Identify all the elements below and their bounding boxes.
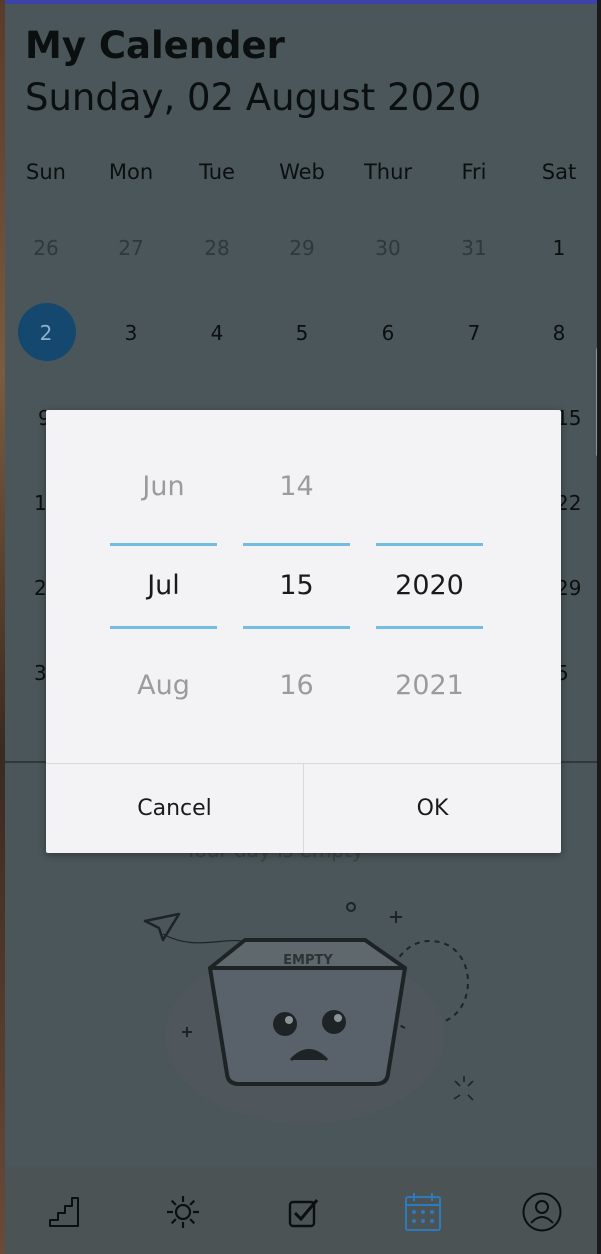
calendar-day[interactable]: 27 bbox=[101, 236, 161, 260]
day-picker-top-line bbox=[243, 543, 350, 546]
calendar-day[interactable]: 30 bbox=[358, 236, 418, 260]
month-picker-current[interactable]: Jul bbox=[110, 570, 217, 601]
status-bar-strip bbox=[5, 0, 597, 4]
empty-box-illustration: EMPTY bbox=[143, 902, 474, 1124]
device-edge-right bbox=[597, 0, 601, 1254]
calendar-day[interactable]: 26 bbox=[16, 236, 76, 260]
weekday-mon: Mon bbox=[108, 160, 154, 184]
calendar-day[interactable]: 28 bbox=[187, 236, 247, 260]
calendar-day[interactable]: 8 bbox=[529, 321, 589, 345]
calendar-day[interactable]: 29 bbox=[272, 236, 332, 260]
month-picker-bottom-line bbox=[110, 626, 217, 629]
calendar-day[interactable]: 1 bbox=[529, 236, 589, 260]
weekday-wed: Web bbox=[279, 160, 325, 184]
weekday-sat: Sat bbox=[541, 160, 577, 184]
year-picker-next[interactable]: 2021 bbox=[376, 670, 483, 701]
checkbox-icon[interactable] bbox=[283, 1192, 323, 1232]
day-picker-prev[interactable]: 14 bbox=[243, 471, 350, 502]
weekday-thu: Thur bbox=[363, 160, 413, 184]
ok-button[interactable]: OK bbox=[304, 764, 561, 853]
profile-icon[interactable] bbox=[522, 1192, 562, 1232]
year-picker-top-line bbox=[376, 543, 483, 546]
year-picker-bottom-line bbox=[376, 626, 483, 629]
month-picker-top-line bbox=[110, 543, 217, 546]
weekday-sun: Sun bbox=[26, 160, 66, 184]
day-picker-current[interactable]: 15 bbox=[243, 570, 350, 601]
empty-box-label: EMPTY bbox=[283, 953, 333, 968]
cancel-button[interactable]: Cancel bbox=[46, 764, 303, 853]
scrollbar-thumb[interactable] bbox=[596, 348, 597, 456]
calendar-day[interactable]: 31 bbox=[444, 236, 504, 260]
calendar-icon[interactable] bbox=[403, 1192, 443, 1232]
stairs-icon[interactable] bbox=[44, 1192, 84, 1232]
sun-icon[interactable] bbox=[163, 1192, 203, 1232]
day-picker-next[interactable]: 16 bbox=[243, 670, 350, 701]
weekday-fri: Fri bbox=[461, 160, 487, 184]
page-title: My Calender bbox=[25, 24, 285, 67]
calendar-day[interactable]: 6 bbox=[358, 321, 418, 345]
day-picker-bottom-line bbox=[243, 626, 350, 629]
month-picker-prev[interactable]: Jun bbox=[110, 471, 217, 502]
weekday-tue: Tue bbox=[199, 160, 235, 184]
date-picker-dialog: Jun Jul Aug 14 15 16 2020 2021 Cancel OK bbox=[46, 410, 561, 853]
calendar-day[interactable]: 5 bbox=[272, 321, 332, 345]
calendar-day[interactable]: 4 bbox=[187, 321, 247, 345]
calendar-day[interactable]: 3 bbox=[101, 321, 161, 345]
calendar-day[interactable]: 7 bbox=[444, 321, 504, 345]
year-picker-current[interactable]: 2020 bbox=[376, 570, 483, 601]
month-picker-next[interactable]: Aug bbox=[110, 670, 217, 701]
selected-date-heading: Sunday, 02 August 2020 bbox=[25, 76, 482, 119]
calendar-day-selected[interactable]: 2 bbox=[16, 321, 76, 345]
